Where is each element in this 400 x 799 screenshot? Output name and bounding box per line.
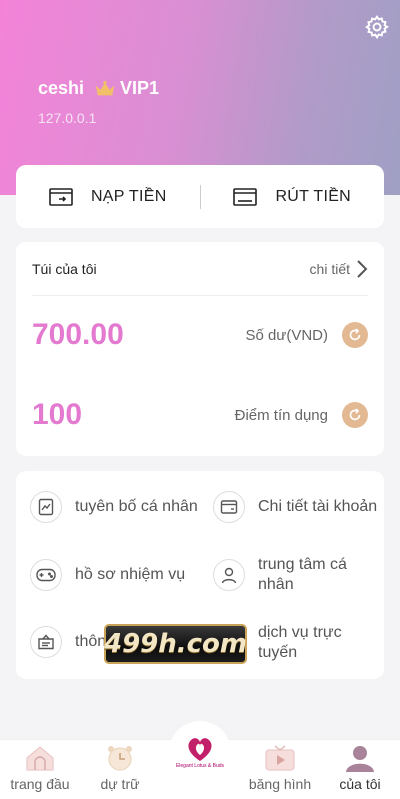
- menu-item-personal-center[interactable]: trung tâm cá nhân: [213, 555, 373, 595]
- wallet-detail-link[interactable]: chi tiết: [310, 259, 368, 279]
- user-name-row: ceshi VIP1: [38, 78, 159, 99]
- tab-label: dự trữ: [100, 776, 140, 792]
- username: ceshi: [38, 78, 85, 98]
- balance-label-group: Số dư(VND): [245, 322, 368, 348]
- credit-value: 100: [32, 398, 83, 431]
- wallet-detail-label: chi tiết: [309, 260, 350, 277]
- wallet-card: Túi của tôi chi tiết 700.00 Số dư(VND) 1…: [16, 242, 384, 456]
- tab-label: băng hình: [248, 776, 312, 792]
- balance-value: 700.00: [32, 318, 124, 351]
- user-icon: [346, 746, 374, 772]
- credit-label: Điểm tín dụng: [234, 406, 328, 424]
- tab-video[interactable]: băng hình: [240, 744, 320, 792]
- gear-icon[interactable]: [364, 14, 390, 40]
- lotus-heart-logo-icon: [188, 738, 212, 761]
- deposit-button[interactable]: NẠP TIỀN: [16, 187, 200, 207]
- balance-row: 700.00 Số dư(VND): [32, 314, 368, 356]
- chevron-right-icon: [357, 259, 368, 278]
- credit-row: 100 Điểm tín dụng: [32, 394, 368, 436]
- withdraw-icon: [233, 187, 258, 206]
- person-icon: [213, 559, 245, 591]
- deposit-label: NẠP TIỀN: [90, 187, 167, 205]
- credit-label-group: Điểm tín dụng: [235, 402, 368, 428]
- tab-mine[interactable]: của tôi: [320, 744, 400, 792]
- fund-actions-card: NẠP TIỀN RÚT TIỀN: [16, 165, 384, 228]
- vip-badge: VIP1: [120, 78, 160, 98]
- ad-text: 499h.com: [103, 629, 248, 659]
- refresh-credit-icon[interactable]: [342, 402, 368, 428]
- center-logo-text: Elegant Lotus & Buds: [175, 763, 225, 769]
- menu-item-task-records[interactable]: hồ sơ nhiệm vụ: [30, 559, 185, 591]
- notice-icon: [30, 626, 62, 658]
- tv-play-icon: [265, 745, 295, 771]
- menu-label: tuyên bố cá nhân: [75, 498, 198, 515]
- wallet-title: Túi của tôi: [32, 260, 97, 277]
- withdraw-label: RÚT TIỀN: [275, 187, 352, 205]
- chart-doc-icon: [30, 491, 62, 523]
- balance-label: Số dư(VND): [245, 326, 328, 344]
- wallet-icon: [213, 491, 245, 523]
- ip-address: 127.0.0.1: [38, 110, 97, 126]
- deposit-icon: [49, 187, 73, 206]
- menu-label: Chi tiết tài khoản: [258, 498, 378, 515]
- ad-banner[interactable]: 499h.com: [104, 624, 247, 664]
- menu-label: dịch vụ trực tuyến: [258, 624, 342, 661]
- crown-icon: [95, 80, 115, 95]
- alarm-clock-icon: [108, 746, 132, 771]
- menu-item-notice[interactable]: thôn: [30, 626, 106, 658]
- withdraw-button[interactable]: RÚT TIỀN: [201, 187, 385, 207]
- menu-label: thôn: [75, 633, 107, 650]
- menu-item-personal-statement[interactable]: tuyên bố cá nhân: [30, 491, 198, 523]
- wallet-header: Túi của tôi chi tiết: [32, 242, 368, 296]
- tab-home[interactable]: trang đầu: [0, 744, 80, 792]
- center-logo-button[interactable]: Elegant Lotus & Buds: [169, 721, 231, 783]
- tab-reserve[interactable]: dự trữ: [80, 744, 160, 792]
- tab-label: của tôi: [339, 776, 381, 792]
- home-icon: [26, 746, 54, 771]
- menu-label: trung tâm cá nhân: [258, 556, 347, 593]
- menu-label: hồ sơ nhiệm vụ: [75, 566, 186, 583]
- menu-item-account-details[interactable]: Chi tiết tài khoản: [213, 491, 377, 523]
- refresh-balance-icon[interactable]: [342, 322, 368, 348]
- tab-label: trang đầu: [10, 776, 70, 792]
- gamepad-icon: [30, 559, 62, 591]
